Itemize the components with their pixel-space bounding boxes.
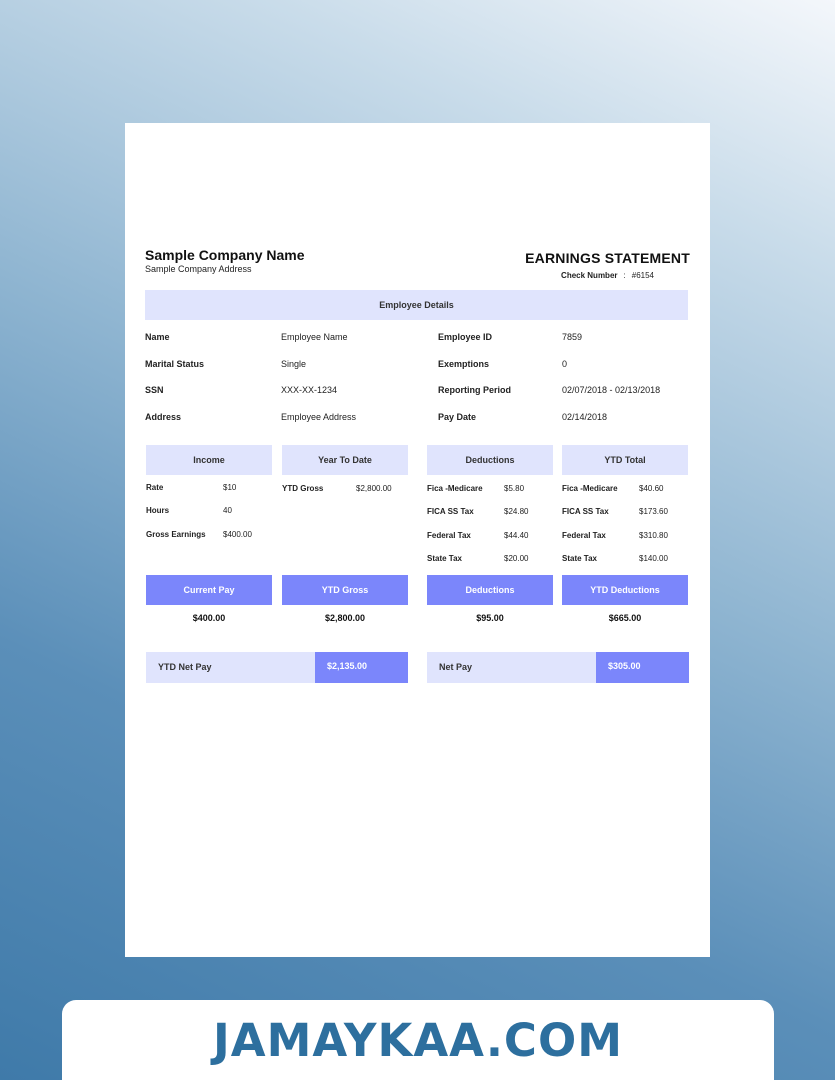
employee-details-header: Employee Details — [145, 290, 688, 320]
income-label: Gross Earnings — [146, 530, 206, 539]
net-pay-value: $305.00 — [596, 652, 689, 683]
income-header: Income — [146, 445, 272, 475]
ytd-value: $2,800.00 — [356, 484, 392, 493]
employee-field-label: Marital Status — [145, 359, 205, 369]
year-to-date-header: Year To Date — [282, 445, 408, 475]
employee-field-label: SSN — [145, 385, 164, 395]
check-number-label: Check Number — [561, 271, 618, 280]
employee-field-value: Employee Name — [281, 332, 348, 342]
ytd-total-value: $40.60 — [639, 484, 664, 493]
employee-row: SSN XXX-XX-1234 Reporting Period 02/07/2… — [145, 385, 688, 401]
deduction-value: $44.40 — [504, 531, 529, 540]
deductions-header: Deductions — [427, 445, 553, 475]
employee-field-value: 02/14/2018 — [562, 412, 608, 422]
income-value: $10 — [223, 483, 237, 492]
check-number-value: #6154 — [631, 271, 654, 280]
check-number-separator: : — [623, 271, 626, 280]
income-label: Rate — [146, 483, 164, 492]
ytd-deductions-header: YTD Deductions — [562, 575, 688, 605]
ytd-deductions-value: $665.00 — [608, 613, 642, 623]
brand-logo-text: JAMAYKAA.COM — [213, 1014, 623, 1067]
current-pay-header: Current Pay — [146, 575, 272, 605]
deduction-label: FICA SS Tax — [427, 507, 474, 516]
employee-field-label: Name — [145, 332, 170, 342]
income-label: Hours — [146, 506, 170, 515]
employee-field-value: XXX-XX-1234 — [281, 385, 338, 395]
statement-title: EARNINGS STATEMENT — [525, 250, 690, 266]
employee-row: Name Employee Name Employee ID 7859 — [145, 332, 688, 348]
company-name: Sample Company Name — [145, 247, 305, 263]
income-value: $400.00 — [223, 530, 252, 539]
ytd-gross-header: YTD Gross — [282, 575, 408, 605]
employee-field-label: Reporting Period — [438, 385, 512, 395]
employee-field-label: Address — [145, 412, 182, 422]
employee-row: Marital Status Single Exemptions 0 — [145, 359, 688, 375]
ytd-total-header: YTD Total — [562, 445, 688, 475]
employee-row: Address Employee Address Pay Date 02/14/… — [145, 412, 688, 428]
check-number-line: Check Number: #6154 — [561, 271, 654, 280]
deduction-label: Federal Tax — [427, 531, 471, 540]
ytd-net-pay-box: YTD Net Pay $2,135.00 — [146, 652, 408, 683]
deduction-label: State Tax — [427, 554, 462, 563]
ytd-total-label: Fica -Medicare — [562, 484, 618, 493]
ytd-total-label: Federal Tax — [562, 531, 606, 540]
employee-field-label: Employee ID — [438, 332, 493, 342]
ytd-net-pay-value: $2,135.00 — [315, 652, 408, 683]
ytd-total-label: FICA SS Tax — [562, 507, 609, 516]
net-pay-label: Net Pay — [439, 662, 473, 672]
employee-field-value: Single — [281, 359, 307, 369]
ytd-total-value: $140.00 — [639, 554, 668, 563]
deduction-value: $20.00 — [504, 554, 529, 563]
footer-banner: JAMAYKAA.COM — [62, 1000, 774, 1080]
deduction-value: $24.80 — [504, 507, 529, 516]
ytd-net-pay-label: YTD Net Pay — [158, 662, 212, 672]
net-pay-box: Net Pay $305.00 — [427, 652, 689, 683]
ytd-total-value: $310.80 — [639, 531, 668, 540]
ytd-gross-value: $2,800.00 — [324, 613, 366, 623]
earnings-statement-page: Sample Company Name Sample Company Addre… — [125, 123, 710, 957]
deductions-summary-value: $95.00 — [476, 613, 504, 623]
employee-field-value: 0 — [562, 359, 568, 369]
employee-field-label: Exemptions — [438, 359, 490, 369]
deduction-value: $5.80 — [504, 484, 525, 493]
ytd-label: YTD Gross — [282, 484, 324, 493]
employee-field-value: 02/07/2018 - 02/13/2018 — [562, 385, 661, 395]
income-value: 40 — [223, 506, 232, 515]
company-address: Sample Company Address — [145, 264, 252, 274]
current-pay-value: $400.00 — [192, 613, 226, 623]
deductions-summary-header: Deductions — [427, 575, 553, 605]
ytd-total-value: $173.60 — [639, 507, 668, 516]
deduction-label: Fica -Medicare — [427, 484, 483, 493]
employee-field-label: Pay Date — [438, 412, 477, 422]
employee-field-value: Employee Address — [281, 412, 357, 422]
ytd-total-label: State Tax — [562, 554, 597, 563]
employee-field-value: 7859 — [562, 332, 583, 342]
